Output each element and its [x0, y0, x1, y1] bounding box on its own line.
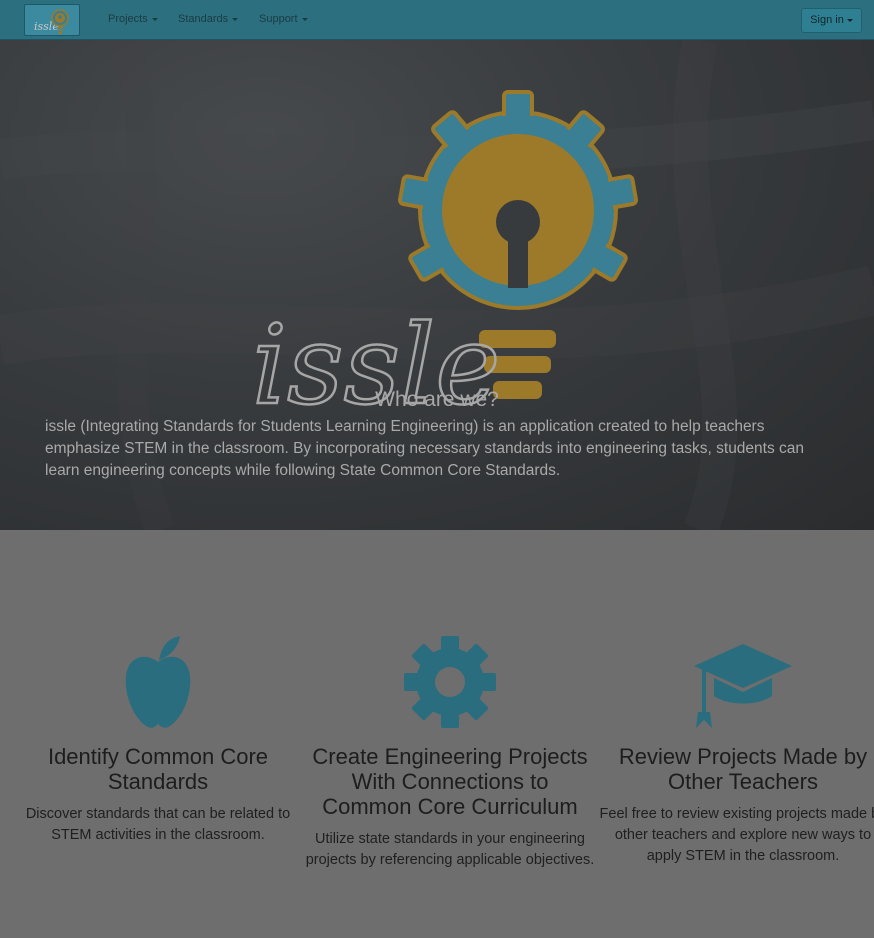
- hero-banner: issle Who are we? issle (Integrating Sta…: [0, 40, 874, 530]
- sign-in-button[interactable]: Sign in: [801, 8, 862, 33]
- feature-review: Review Projects Made by Other Teachers F…: [598, 630, 874, 867]
- brand-logo[interactable]: issle: [24, 4, 80, 36]
- feature-title: Create Engineering Projects With Connect…: [312, 744, 588, 819]
- sign-in-label: Sign in: [810, 14, 844, 26]
- feature-title: Review Projects Made by Other Teachers: [618, 744, 868, 794]
- nav-standards-label: Standards: [178, 13, 229, 25]
- chevron-down-icon: [846, 18, 853, 22]
- feature-title: Identify Common Core Standards: [47, 744, 269, 794]
- navbar: issle Projects Standards Support Sign in: [0, 0, 874, 40]
- feature-identify: Identify Common Core Standards Discover …: [13, 630, 303, 846]
- hero-description: issle (Integrating Standards for Student…: [45, 418, 805, 479]
- nav-projects[interactable]: Projects: [108, 13, 158, 25]
- issle-logo: issle: [251, 90, 639, 425]
- nav-support[interactable]: Support: [259, 13, 308, 25]
- graduation-cap-icon: [598, 630, 874, 730]
- chevron-down-icon: [151, 17, 158, 21]
- gear-icon: [305, 630, 595, 730]
- chevron-down-icon: [232, 17, 239, 21]
- nav-support-label: Support: [259, 13, 298, 25]
- feature-text: Utilize state standards in your engineer…: [305, 831, 595, 868]
- apple-icon: [13, 630, 303, 730]
- feature-text: Discover standards that can be related t…: [25, 806, 291, 843]
- nav-standards[interactable]: Standards: [178, 13, 239, 25]
- nav-projects-label: Projects: [108, 13, 148, 25]
- feature-create: Create Engineering Projects With Connect…: [305, 630, 595, 871]
- feature-text: Feel free to review existing projects ma…: [599, 806, 874, 864]
- chevron-down-icon: [301, 17, 308, 21]
- hero-title: Who are we?: [375, 388, 499, 411]
